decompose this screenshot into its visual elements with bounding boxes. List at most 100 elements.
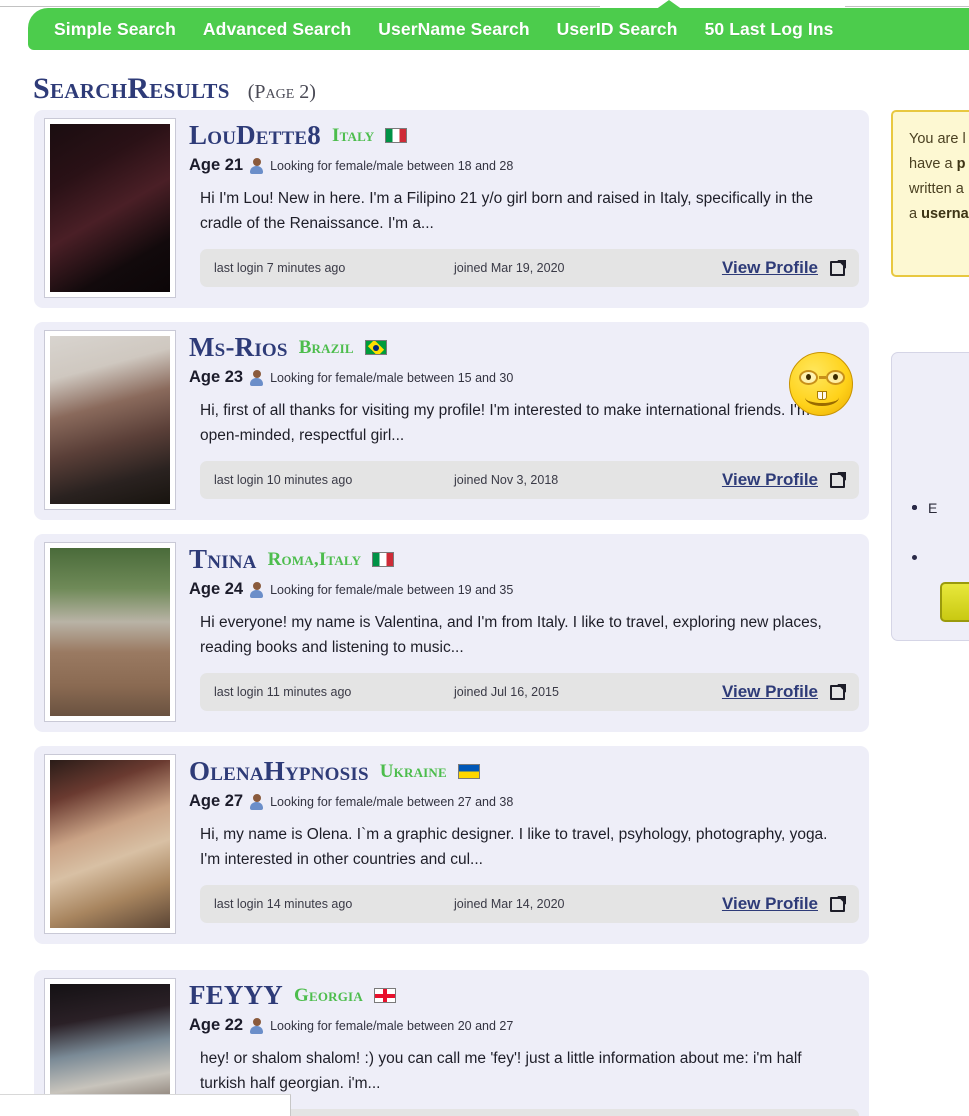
profile-card-footer: last login 14 minutes ago joined Mar 14,… [200,885,859,924]
profile-photo-frame[interactable] [44,118,176,298]
nav-item-50-last-log-ins[interactable]: 50 Last Log Ins [705,19,834,40]
profile-username[interactable]: LouDette8 [189,122,321,149]
profile-blurb: Hi I'm Lou! New in here. I'm a Filipino … [200,190,813,233]
profile-looking-for: Looking for female/male between 27 and 3… [270,794,514,809]
external-link-icon[interactable] [830,684,845,700]
profile-age: Age 27 [189,792,244,810]
profile-card-footer: last login 7 minutes ago joined Mar 19, … [200,249,859,288]
profile-name-row: LouDette8 Italy [189,122,859,149]
profile-country: Brazil [298,337,354,358]
profile-photo[interactable] [50,124,170,292]
external-link-icon[interactable] [830,472,845,488]
profile-last-login: last login 7 minutes ago [214,261,346,276]
person-icon [249,157,264,174]
profile-age: Age 23 [189,368,244,386]
italy-flag-icon [385,128,408,143]
vip-benefit-item: E [908,498,969,518]
profile-age-row: Age 27 Looking for female/male between 2… [189,792,859,811]
profile-card[interactable]: Ms-Rios Brazil Age 23 Looking for female… [34,322,869,520]
view-profile-link[interactable]: View Profile [722,470,818,490]
nerd-smiley-icon [789,352,853,416]
notice-line-3: written a [909,180,964,197]
profile-card-footer [200,1109,859,1116]
profile-name-row: Tnina Roma,Italy [189,546,859,573]
profile-card-footer: last login 10 minutes ago joined Nov 3, … [200,461,859,500]
profile-looking-for: Looking for female/male between 18 and 2… [270,158,514,173]
view-profile-link[interactable]: View Profile [722,682,818,702]
ukraine-flag-icon [457,764,480,779]
view-profile-link[interactable]: View Profile [722,258,818,278]
browser-status-bar [0,1094,291,1116]
account-notice-box: You are l have a p written a a userna Ma [891,110,969,277]
profile-last-login: last login 11 minutes ago [214,685,352,700]
profile-joined-date: joined Mar 19, 2020 [454,261,565,276]
profile-blurb: Hi, my name is Olena. I`m a graphic desi… [200,826,828,869]
nav-item-advanced-search[interactable]: Advanced Search [203,19,351,40]
profile-country: Ukraine [379,761,447,782]
notice-text: You are l have a p written a a userna [909,127,969,227]
vip-upgrade-button[interactable] [940,581,969,622]
profile-username[interactable]: Tnina [189,546,257,573]
nav-item-userid-search[interactable]: UserID Search [557,19,678,40]
profile-photo[interactable] [50,760,170,928]
person-icon [249,793,264,810]
profile-last-login: last login 10 minutes ago [214,473,353,488]
vip-promo-footer: VIP mem [908,548,969,564]
notice-line-4b: userna [921,205,969,222]
page-title: SearchResults (Page 2) [33,72,316,106]
vip-promo-title: B [908,367,969,394]
profile-country: Italy [332,125,375,146]
external-link-icon[interactable] [830,896,845,912]
page-root: Simple Search Advanced Search UserName S… [0,0,969,1116]
profile-name-row: FEYYY Georgia [189,982,859,1009]
brazil-flag-icon [364,340,387,355]
browser-chrome-strip [0,0,969,7]
profile-card-body: Ms-Rios Brazil Age 23 Looking for female… [176,330,859,510]
page-title-text: SearchResults [33,72,230,105]
external-link-icon[interactable] [830,260,845,276]
notice-line-2a: have a [909,155,957,172]
profile-age-row: Age 24 Looking for female/male between 1… [189,580,859,599]
profile-looking-for: Looking for female/male between 20 and 2… [270,1018,514,1033]
person-icon [249,369,264,386]
view-profile-link[interactable]: View Profile [722,894,818,914]
profile-card-footer: last login 11 minutes ago joined Jul 16,… [200,673,859,712]
search-results-list: LouDette8 Italy Age 21 Looking for femal… [34,110,869,1116]
profile-username[interactable]: FEYYY [189,982,283,1009]
profile-photo[interactable] [50,548,170,716]
profile-age-row: Age 22 Looking for female/male between 2… [189,1016,859,1035]
profile-age: Age 24 [189,580,244,598]
profile-card[interactable]: LouDette8 Italy Age 21 Looking for femal… [34,110,869,308]
profile-blurb: Hi everyone! my name is Valentina, and I… [200,614,822,657]
profile-name-row: Ms-Rios Brazil [189,334,859,361]
nav-item-simple-search[interactable]: Simple Search [54,19,176,40]
profile-name-row: OlenaHypnosis Ukraine [189,758,859,785]
profile-joined-date: joined Nov 3, 2018 [454,473,559,488]
vip-benefits-list: E [908,498,969,560]
nav-bar: Simple Search Advanced Search UserName S… [28,8,969,50]
vip-promo-subtitle: VIP m fo [908,408,969,452]
notice-line-4a: a [909,205,922,222]
profile-photo[interactable] [50,336,170,504]
profile-age-row: Age 23 Looking for female/male between 1… [189,368,859,387]
profile-card-body: LouDette8 Italy Age 21 Looking for femal… [176,118,859,298]
profile-looking-for: Looking for female/male between 15 and 3… [270,370,514,385]
profile-joined-date: joined Mar 14, 2020 [454,897,565,912]
profile-card[interactable]: OlenaHypnosis Ukraine Age 27 Looking for… [34,746,869,944]
profile-card[interactable]: Tnina Roma,Italy Age 24 Looking for fema… [34,534,869,732]
profile-photo-frame[interactable] [44,330,176,510]
georgia-flag-icon [373,988,396,1003]
profile-username[interactable]: Ms-Rios [189,334,288,361]
page-number-label: (Page 2) [247,81,316,103]
manage-account-link[interactable]: Ma [909,245,969,261]
profile-username[interactable]: OlenaHypnosis [189,758,369,785]
profile-age: Age 22 [189,1016,244,1034]
profile-blurb: hey! or shalom shalom! :) you can call m… [200,1050,802,1093]
profile-card-body: Tnina Roma,Italy Age 24 Looking for fema… [176,542,859,722]
italy-flag-icon [372,552,395,567]
profile-photo-frame[interactable] [44,754,176,934]
profile-photo-frame[interactable] [44,542,176,722]
profile-joined-date: joined Jul 16, 2015 [454,685,559,700]
notice-line-2b: p [956,155,966,172]
nav-item-username-search[interactable]: UserName Search [378,19,529,40]
